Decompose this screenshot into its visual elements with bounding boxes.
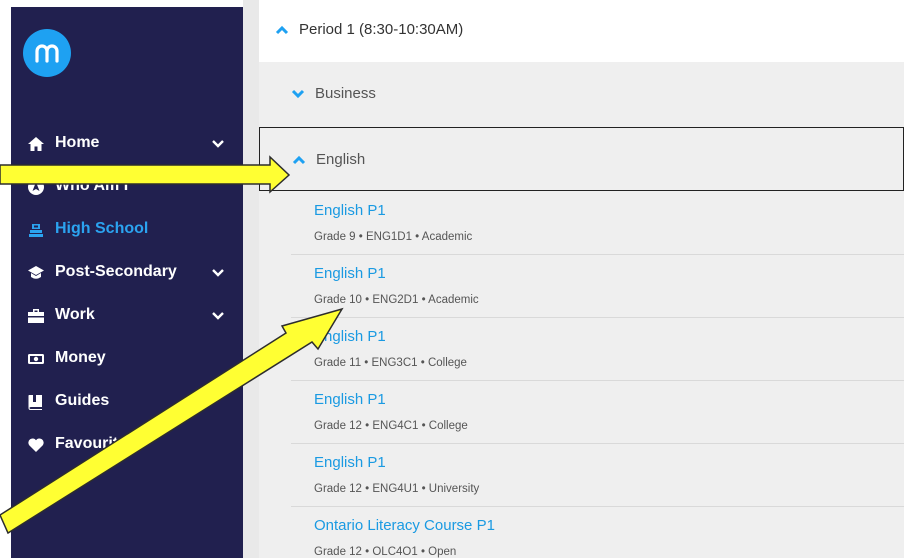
- course-item[interactable]: English P1 Grade 9 • ENG1D1 • Academic: [291, 192, 904, 255]
- subject-business[interactable]: Business: [259, 62, 904, 126]
- sidebar-item-label: Post-Secondary: [55, 263, 177, 280]
- period-header[interactable]: Period 1 (8:30-10:30AM): [259, 0, 904, 62]
- briefcase-icon: [28, 309, 44, 323]
- main-content: Period 1 (8:30-10:30AM) Business English…: [259, 0, 904, 558]
- course-title[interactable]: English P1: [314, 265, 386, 282]
- sidebar-item-money[interactable]: Money: [11, 341, 243, 377]
- course-meta: Grade 11 • ENG3C1 • College: [314, 357, 467, 369]
- sidebar-item-label: Guides: [55, 392, 110, 409]
- sidebar-item-who-am-i[interactable]: Who Am I: [11, 169, 243, 205]
- subject-label: English: [316, 151, 366, 168]
- period-title: Period 1 (8:30-10:30AM): [299, 21, 464, 38]
- sidebar-item-guides[interactable]: Guides: [11, 384, 243, 420]
- sidebar: Home Who Am I High School Post-Secondary…: [11, 7, 243, 558]
- course-item[interactable]: English P1 Grade 12 • ENG4C1 • College: [291, 381, 904, 444]
- divider-column: [243, 0, 259, 558]
- app-logo[interactable]: [23, 29, 71, 77]
- course-meta: Grade 12 • ENG4U1 • University: [314, 483, 480, 495]
- graduation-cap-icon: [28, 266, 44, 279]
- subject-english[interactable]: English: [259, 127, 904, 191]
- course-title[interactable]: English P1: [314, 328, 386, 345]
- sidebar-item-label: Work: [55, 306, 95, 323]
- course-meta: Grade 12 • OLC4O1 • Open: [314, 546, 457, 558]
- sidebar-item-label: Money: [55, 349, 106, 366]
- sidebar-item-post-secondary[interactable]: Post-Secondary: [11, 255, 243, 291]
- course-title[interactable]: English P1: [314, 202, 386, 219]
- chevron-down-icon[interactable]: [211, 310, 225, 322]
- sidebar-item-work[interactable]: Work: [11, 298, 243, 334]
- sidebar-item-label: Home: [55, 134, 100, 151]
- course-meta: Grade 9 • ENG1D1 • Academic: [314, 231, 473, 243]
- heart-icon: [28, 438, 44, 452]
- chevron-down-icon: [291, 89, 305, 99]
- chevron-up-icon: [292, 155, 306, 165]
- home-icon: [28, 137, 44, 151]
- course-item[interactable]: Ontario Literacy Course P1 Grade 12 • OL…: [291, 507, 904, 558]
- money-icon: [28, 354, 44, 364]
- logo-glyph: [35, 44, 59, 63]
- subject-label: Business: [315, 85, 376, 102]
- left-edge: [0, 0, 11, 558]
- compass-icon: [28, 179, 44, 195]
- course-meta: Grade 10 • ENG2D1 • Academic: [314, 294, 479, 306]
- sidebar-item-label: Who Am I: [55, 177, 129, 194]
- course-title[interactable]: English P1: [314, 454, 386, 471]
- sidebar-item-favourites[interactable]: Favourites: [11, 427, 243, 463]
- course-item[interactable]: English P1 Grade 10 • ENG2D1 • Academic: [291, 255, 904, 318]
- course-title[interactable]: Ontario Literacy Course P1: [314, 517, 495, 534]
- chevron-down-icon[interactable]: [211, 138, 225, 150]
- chevron-down-icon[interactable]: [211, 267, 225, 279]
- chevron-up-icon: [275, 25, 289, 35]
- course-item[interactable]: English P1 Grade 12 • ENG4U1 • Universit…: [291, 444, 904, 507]
- course-item[interactable]: English P1 Grade 11 • ENG3C1 • College: [291, 318, 904, 381]
- course-meta: Grade 12 • ENG4C1 • College: [314, 420, 468, 432]
- book-icon: [28, 395, 42, 410]
- school-icon: [29, 224, 43, 237]
- sidebar-item-home[interactable]: Home: [11, 126, 243, 162]
- sidebar-item-high-school[interactable]: High School: [11, 212, 243, 248]
- sidebar-item-label: Favourites: [55, 435, 136, 452]
- sidebar-item-label: High School: [55, 220, 149, 237]
- course-title[interactable]: English P1: [314, 391, 386, 408]
